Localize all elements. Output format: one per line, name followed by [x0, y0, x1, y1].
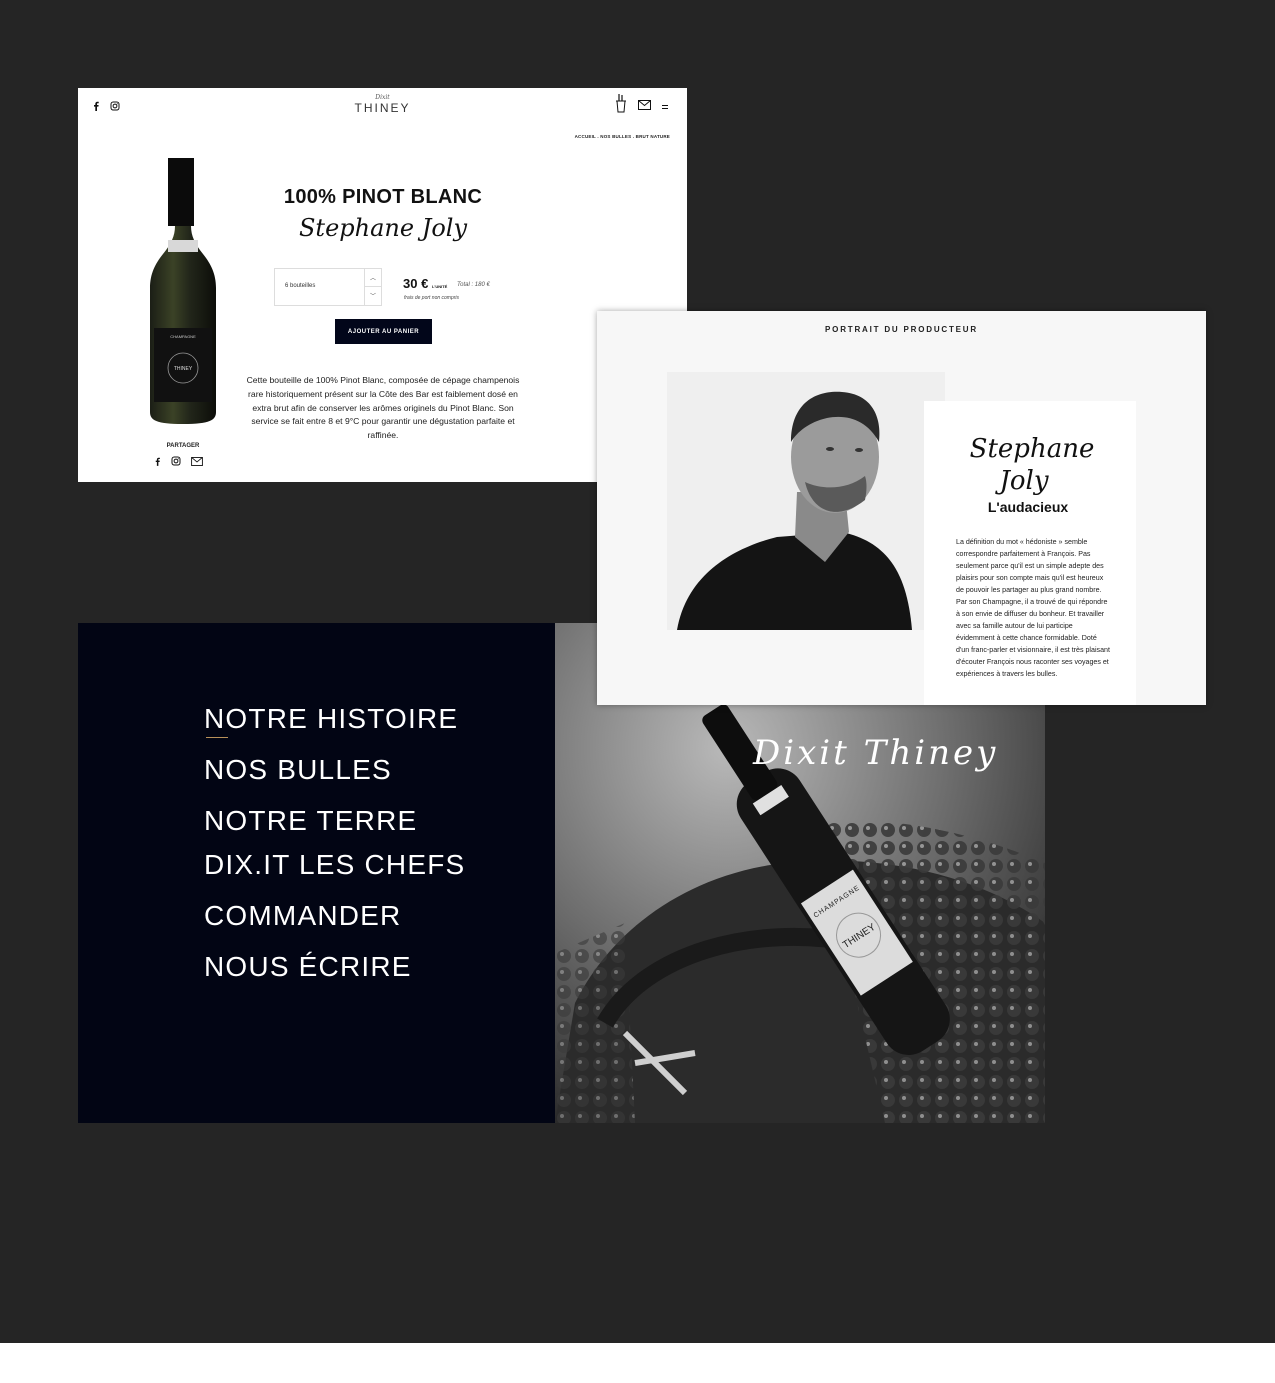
- header-actions: [614, 93, 669, 118]
- share-links: [154, 453, 203, 471]
- mail-icon[interactable]: [638, 97, 651, 115]
- brand-script: Dixit: [375, 94, 390, 101]
- active-indicator: [206, 737, 228, 738]
- menu-item-notre-terre[interactable]: NOTRE TERRE: [204, 805, 417, 837]
- chevron-down-icon: ﹀: [369, 294, 376, 300]
- champagne-bottle-image: CHAMPAGNE THINEY: [146, 156, 220, 430]
- unit-price: 30 € L'UNITÉ: [403, 276, 447, 291]
- section-heading: PORTRAIT DU PRODUCTEUR: [825, 325, 978, 334]
- shipping-note: frais de port non compris: [404, 295, 460, 301]
- producer-bio: La définition du mot « hédoniste » sembl…: [956, 538, 1110, 678]
- menu-item-nous-ecrire[interactable]: NOUS ÉCRIRE: [204, 951, 412, 983]
- menu-item-dixit-les-chefs[interactable]: DIX.IT LES CHEFS: [204, 849, 465, 881]
- add-to-cart-button[interactable]: AJOUTER AU PANIER: [335, 319, 432, 344]
- chevron-up-icon: ︿: [369, 276, 376, 282]
- quantity-stepper: ︿ ﹀: [364, 269, 381, 305]
- menu-item-commander[interactable]: COMMANDER: [204, 900, 401, 932]
- product-description: Cette bouteille de 100% Pinot Blanc, com…: [246, 375, 520, 441]
- menu-list: NOTRE HISTOIRE NOS BULLES NOTRE TERRE DI…: [78, 623, 555, 1123]
- producer-subtitle: L'audacieux: [987, 499, 1069, 515]
- quantity-decrease-button[interactable]: ﹀: [365, 287, 381, 304]
- bottle-label-top: CHAMPAGNE: [170, 334, 196, 339]
- menu-item-nos-bulles[interactable]: NOS BULLES: [204, 754, 392, 786]
- breadcrumb[interactable]: ACCUEIL . NOS BULLES . BRUT NATURE: [575, 134, 670, 139]
- product-page-screenshot: Dixit THINEY ACCUEIL . NOS BULLES . BRUT…: [78, 88, 687, 482]
- ice-bucket-icon[interactable]: [614, 93, 628, 118]
- producer-signature: Stephane Joly: [298, 208, 468, 253]
- signature-line-1: Stephane: [970, 434, 1095, 464]
- producer-portrait-photo: [667, 372, 945, 630]
- share-label: PARTAGER: [166, 443, 200, 449]
- producer-portrait-screenshot: PORTRAIT DU PRODUCTEUR Stephane Joly L'a…: [597, 311, 1206, 705]
- quantity-selector[interactable]: 6 bouteilles ︿ ﹀: [274, 268, 382, 306]
- quantity-value: 6 bouteilles: [285, 283, 316, 289]
- total-price: Total : 180 €: [457, 282, 490, 288]
- price-value: 30 €: [403, 276, 429, 291]
- instagram-icon[interactable]: [171, 453, 181, 471]
- brand-name: THINEY: [354, 101, 411, 115]
- price-unit: L'UNITÉ: [431, 284, 448, 289]
- producer-signature: Stephane Joly: [962, 429, 1102, 504]
- menu-icon[interactable]: [661, 97, 669, 115]
- mail-icon[interactable]: [191, 453, 203, 471]
- quantity-increase-button[interactable]: ︿: [365, 269, 381, 287]
- producer-bio-card: Stephane Joly L'audacieux La définition …: [924, 401, 1136, 705]
- brand-logo[interactable]: Dixit THINEY: [78, 94, 687, 115]
- signature-line-2: Joly: [994, 466, 1048, 496]
- photo-signature: Dixit Thiney: [753, 733, 999, 773]
- facebook-icon[interactable]: [154, 453, 161, 471]
- bottle-label-brand: THINEY: [174, 366, 193, 372]
- menu-item-notre-histoire[interactable]: NOTRE HISTOIRE: [204, 703, 458, 735]
- signature-text: Stephane Joly: [299, 214, 467, 242]
- product-title: 100% PINOT BLANC: [283, 186, 483, 208]
